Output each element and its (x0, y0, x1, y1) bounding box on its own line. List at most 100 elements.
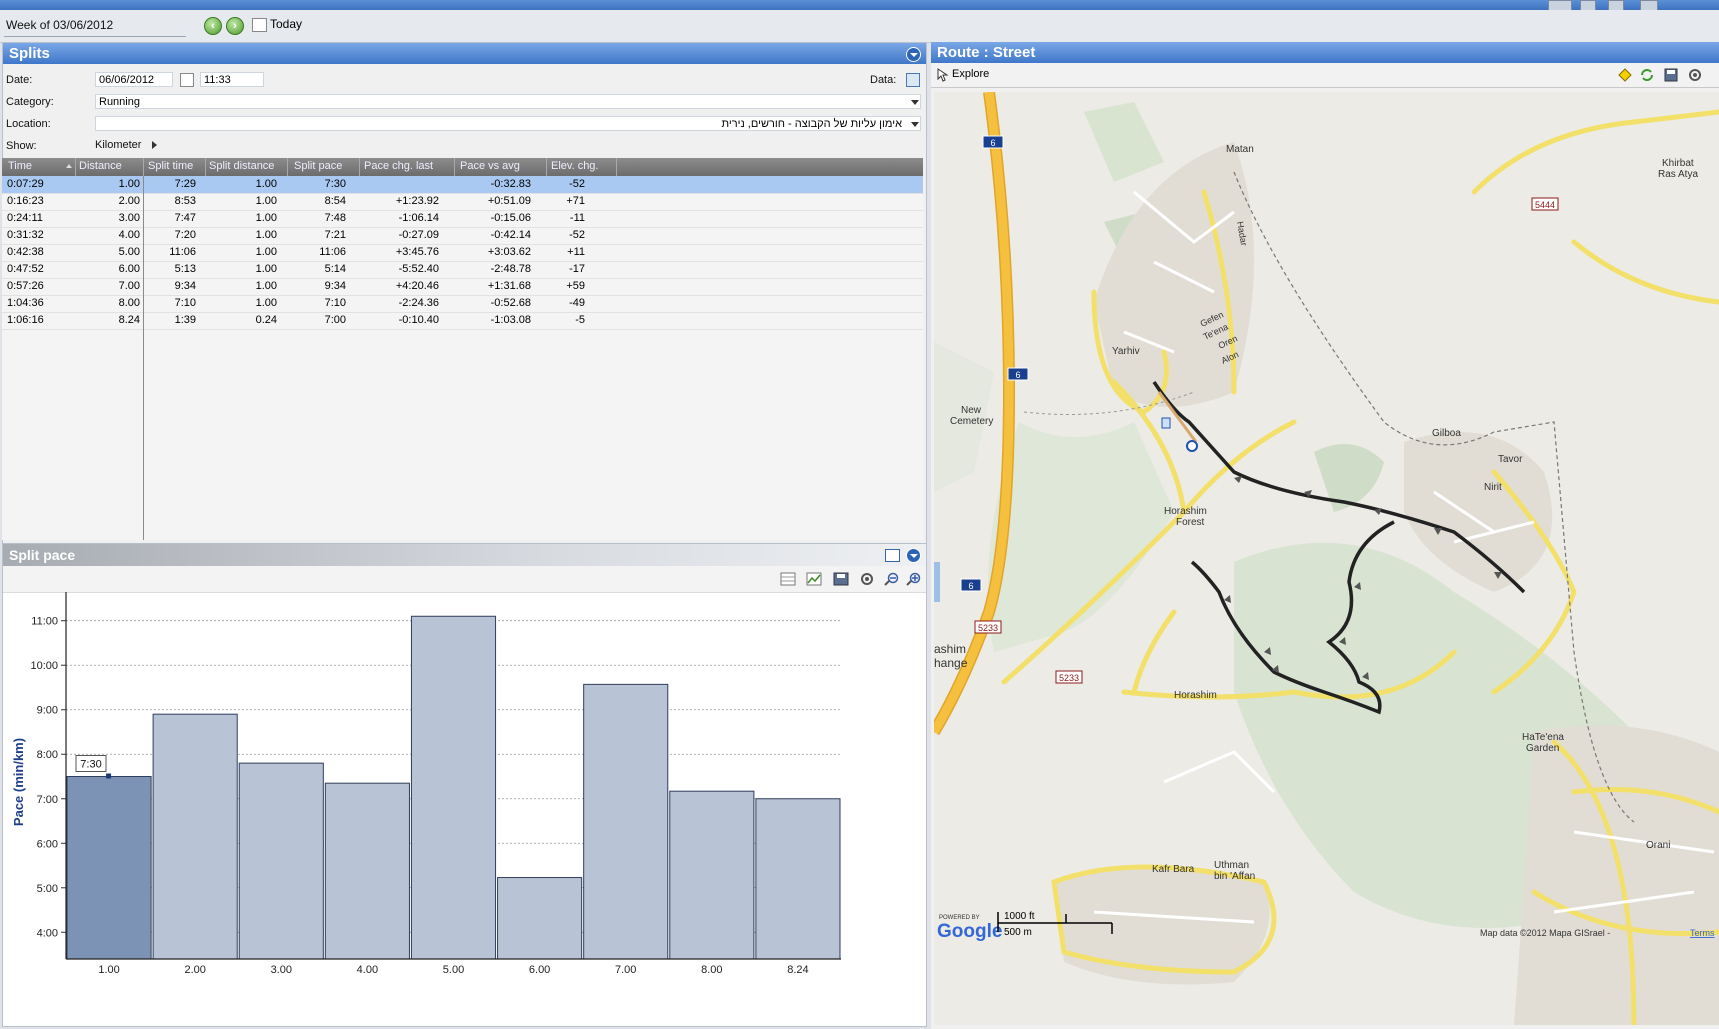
map-view[interactable]: 6 6 6 5444 5233 5233 Matan Yarhiv New Ce… (934, 92, 1719, 1025)
date-field[interactable]: 06/06/2012 (95, 72, 173, 87)
settings-icon[interactable] (859, 572, 875, 586)
splits-header: Splits (3, 43, 926, 64)
chevron-right-icon[interactable] (152, 141, 157, 149)
table-row[interactable]: 1:06:16 8.24 1:39 0.24 7:00 -0:10.40 -1:03.08 -… (2, 312, 923, 330)
time-field[interactable]: 11:33 (200, 72, 264, 87)
column-divider[interactable] (359, 158, 360, 176)
table-cell: 0:24:11 (7, 212, 43, 224)
chart-bar[interactable] (152, 713, 238, 960)
place-label-interchange: hange (934, 656, 968, 670)
chevron-down-icon[interactable] (911, 100, 919, 105)
column-divider[interactable] (143, 158, 144, 176)
today-calendar-icon[interactable] (252, 18, 267, 32)
x-tick-label: 8.00 (701, 964, 722, 976)
location-label: Location: (6, 118, 51, 130)
place-label-cemetery: Cemetery (950, 416, 993, 427)
chevron-down-icon[interactable] (911, 122, 919, 127)
chart-toolbar (3, 566, 926, 593)
column-divider[interactable] (75, 158, 76, 176)
terms-link[interactable]: Terms (1690, 928, 1715, 938)
collapse-icon[interactable] (906, 548, 921, 563)
today-button[interactable]: Today (270, 17, 302, 31)
data-options-icon[interactable] (906, 73, 920, 87)
settings-icon[interactable] (1688, 68, 1702, 82)
layout-icon[interactable] (885, 549, 900, 562)
place-label-horashim-forest: Horashim (1164, 506, 1207, 517)
collapse-icon[interactable] (906, 47, 921, 62)
explore-button[interactable]: Explore (952, 68, 989, 80)
svg-text:6: 6 (968, 581, 973, 591)
chart-bar[interactable] (583, 683, 669, 960)
zoom-out-icon[interactable] (884, 572, 900, 586)
column-header-split-pace[interactable]: Split pace (294, 160, 342, 172)
table-cell: 0:31:32 (7, 229, 44, 241)
column-divider[interactable] (546, 158, 547, 176)
column-header-pace-vs-avg[interactable]: Pace vs avg (460, 160, 520, 172)
table-row[interactable]: 0:57:26 7.00 9:34 1.00 9:34 +4:20.46 +1:31.68 +… (2, 278, 923, 296)
location-dropdown[interactable]: אימון עליות של הקבוצה - חורשים, נירית (95, 116, 921, 131)
table-row[interactable]: 0:31:32 4.00 7:20 1.00 7:21 -0:27.09 -0:42.14 -… (2, 227, 923, 245)
column-header-distance[interactable]: Distance (79, 160, 122, 172)
category-dropdown[interactable]: Running (95, 94, 921, 109)
place-label-tavor: Tavor (1498, 454, 1523, 465)
table-row[interactable]: 0:42:38 5.00 11:06 1.00 11:06 +3:45.76 +3:03.6… (2, 244, 923, 262)
pointer-icon[interactable] (937, 68, 949, 82)
column-header-time[interactable]: Time (8, 160, 32, 172)
table-cell: 5:14 (324, 263, 346, 275)
chart-bar[interactable] (324, 782, 410, 960)
column-header-split-time[interactable]: Split time (148, 160, 193, 172)
table-row[interactable]: 0:16:23 2.00 8:53 1.00 8:54 +1:23.92 +0:51.09 +… (2, 193, 923, 211)
place-label-orani: Orani (1646, 840, 1670, 851)
previous-week-button[interactable]: ‹ (204, 17, 222, 35)
place-label-gilboa: Gilboa (1432, 428, 1461, 439)
column-divider[interactable] (454, 158, 455, 176)
chart-bar[interactable] (669, 790, 755, 960)
next-week-button[interactable]: › (226, 17, 244, 35)
scale-feet-label: 1000 ft (1004, 911, 1035, 922)
chart-bar[interactable] (66, 776, 152, 960)
split-pace-title: Split pace (9, 547, 76, 563)
table-row[interactable]: 1:04:36 8.00 7:10 1.00 7:10 -2:24.36 -0:52.68 -… (2, 295, 923, 313)
table-cell: -0:32.83 (490, 178, 531, 190)
column-header-elev-chg[interactable]: Elev. chg. (551, 160, 599, 172)
place-label-khirbat: Khirbat (1662, 158, 1694, 169)
save-icon[interactable] (1664, 68, 1678, 82)
place-label-nirit: Nirit (1484, 482, 1502, 493)
table-cell: -1:03.08 (490, 314, 531, 326)
table-cell: 3.00 (118, 212, 140, 224)
zoom-in-icon[interactable] (906, 572, 922, 586)
table-row[interactable]: 0:47:52 6.00 5:13 1.00 5:14 -5:52.40 -2:48.78 -… (2, 261, 923, 279)
split-pace-chart[interactable]: 4:00 5:00 6:00 7:00 8:00 9:00 10:00 11:00 1.00 7:… (3, 592, 924, 1024)
route-end-marker (1161, 417, 1171, 429)
table-cell: 5.00 (118, 246, 140, 258)
chart-type-icon[interactable] (806, 572, 822, 586)
save-icon[interactable] (833, 572, 849, 586)
column-header-split-distance[interactable]: Split distance (209, 160, 274, 172)
table-row[interactable]: 0:07:29 1.00 7:29 1.00 7:30 -0:32.83 -52 (2, 176, 923, 194)
show-unit-selector[interactable]: Kilometer (95, 139, 141, 151)
chart-bar[interactable] (497, 877, 583, 960)
column-divider[interactable] (287, 158, 288, 176)
table-cell: +59 (566, 280, 585, 292)
column-header-pace-chg-last[interactable]: Pace chg. last (364, 160, 433, 172)
map-canvas[interactable]: 6 6 6 5444 5233 5233 Matan Yarhiv New Ce… (934, 92, 1719, 1025)
refresh-icon[interactable] (1640, 68, 1654, 82)
place-label-ras-atya: Ras Atya (1658, 169, 1698, 180)
arrow-right-icon: › (233, 20, 237, 32)
table-row[interactable]: 0:24:11 3.00 7:47 1.00 7:48 -1:06.14 -0:15.06 -… (2, 210, 923, 228)
calendar-picker-icon[interactable] (180, 73, 194, 87)
place-label-matan: Matan (1226, 144, 1254, 155)
table-cell: 0:47:52 (7, 263, 44, 275)
chart-bar[interactable] (755, 798, 841, 960)
column-divider[interactable] (205, 158, 206, 176)
x-tick-label: 5.00 (443, 964, 464, 976)
column-divider[interactable] (616, 158, 617, 176)
table-cell: 0:57:26 (7, 280, 44, 292)
marker-icon[interactable] (1618, 68, 1632, 82)
table-cell: 7:10 (324, 297, 346, 309)
table-cell: 0:07:29 (7, 178, 44, 190)
table-view-icon[interactable] (780, 572, 796, 586)
chart-bar[interactable] (238, 762, 324, 960)
selected-point-marker (106, 773, 112, 779)
chart-bar[interactable] (410, 615, 497, 960)
